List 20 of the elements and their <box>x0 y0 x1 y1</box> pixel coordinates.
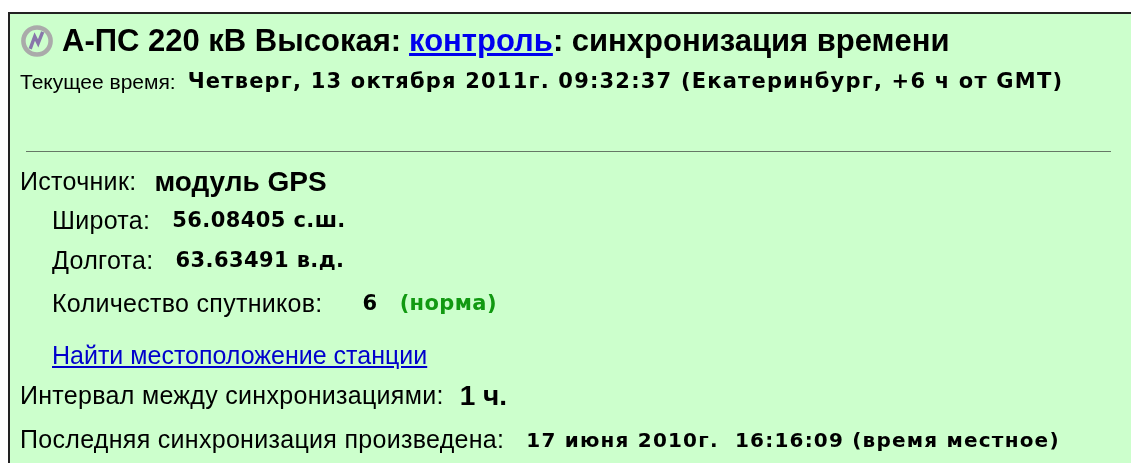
source-value: модуль GPS <box>154 165 327 199</box>
control-link[interactable]: контроль <box>409 17 553 65</box>
current-time-label: Текущее время: <box>20 69 176 96</box>
station-title: А-ПС 220 кВ Высокая: <box>62 21 402 60</box>
lightning-icon <box>20 24 54 58</box>
field-label: Количество спутников: <box>52 288 323 320</box>
field-label: Широта: <box>52 205 151 237</box>
field-value: 56.08405 с.ш. <box>172 207 346 235</box>
locate-link[interactable]: Найти местоположение станции <box>52 337 428 375</box>
source-label: Источник: <box>20 166 137 198</box>
current-time-value: Четверг, 13 октября 2011г. 09:32:37 (Екатеринбург, +6 ч от GMT) <box>187 68 1064 96</box>
page-title: : синхронизация времени <box>552 21 950 60</box>
last-sync-label: Последняя синхронизация произведена: <box>20 424 505 456</box>
status-text: (норма) <box>399 290 497 318</box>
field-label: Долгота: <box>52 245 154 277</box>
interval-value: 1 ч. <box>459 379 508 413</box>
field-value: 63.63491 в.д. <box>175 247 345 275</box>
last-sync-value: 17 июня 2010г. 16:16:09 (время местное) <box>526 427 1060 454</box>
interval-label: Интервал между синхронизациями: <box>20 380 444 412</box>
field-value: 6 <box>362 290 378 318</box>
